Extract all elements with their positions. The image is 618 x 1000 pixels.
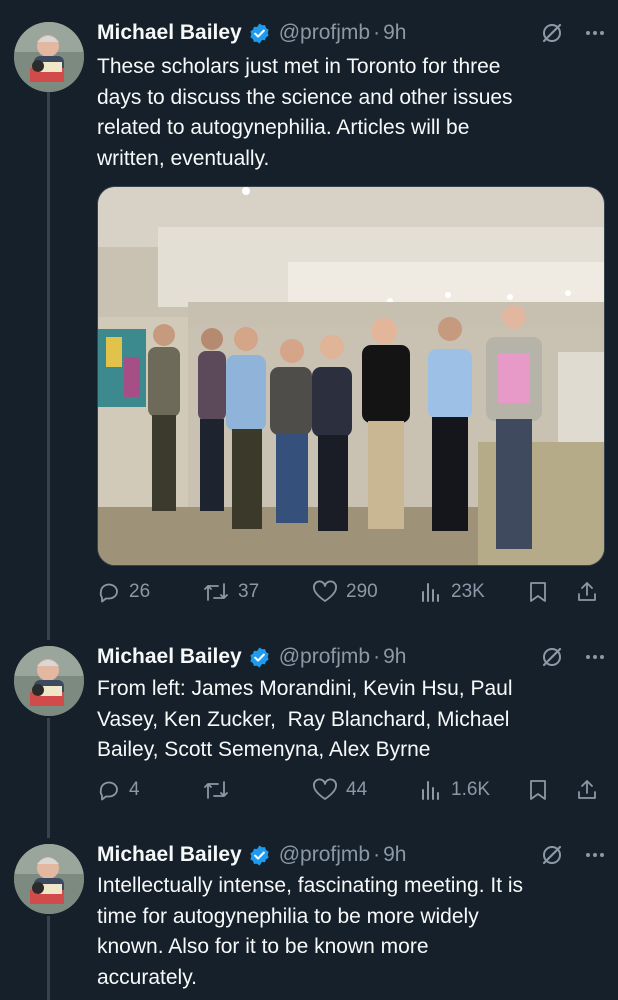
tweet-text-line: known. Also for it to be known more — [97, 935, 429, 958]
more-icon[interactable] — [584, 844, 606, 866]
reply-button[interactable]: 4 — [97, 774, 140, 806]
retweet-button[interactable]: 37 — [202, 576, 259, 608]
verified-badge-icon — [248, 646, 271, 669]
reply-icon — [99, 583, 118, 603]
author-handle[interactable]: @profjmb — [279, 645, 370, 669]
tweet[interactable]: Michael Bailey @profjmb · 9h From left: … — [0, 640, 618, 820]
author-name[interactable]: Michael Bailey — [97, 21, 242, 45]
author-handle[interactable]: @profjmb — [279, 21, 370, 45]
like-button[interactable]: 44 — [312, 774, 367, 806]
tweet[interactable]: Michael Bailey @profjmb · 9h Intellectua… — [0, 838, 618, 1000]
more-icon[interactable] — [584, 22, 606, 44]
tweet-text: From left: James Morandini, Kevin Hsu, P… — [97, 674, 597, 766]
tweet-text-line: Bailey, Scott Semenyna, Alex Byrne — [97, 738, 431, 761]
heart-icon — [313, 778, 337, 800]
retweet-button[interactable] — [202, 774, 230, 806]
views-icon — [422, 781, 439, 800]
tweet-photo[interactable] — [97, 186, 605, 566]
retweet-count: 37 — [238, 581, 260, 602]
tweet-text-line: Intellectually intense, fascinating meet… — [97, 874, 524, 897]
avatar[interactable] — [14, 646, 84, 716]
tweet-text: These scholars just met in Toronto for t… — [97, 52, 597, 174]
tweet-header: Michael Bailey @profjmb · 9h — [97, 640, 606, 674]
avatar[interactable] — [14, 844, 84, 914]
share-icon — [578, 582, 596, 601]
views-icon — [422, 583, 439, 602]
reply-icon — [99, 781, 118, 801]
tweet-text-line: related to autogynephilia. Articles will… — [97, 116, 470, 139]
tweet-actions: 26 37 290 23K — [97, 576, 603, 608]
reply-button[interactable]: 26 — [97, 576, 150, 608]
share-icon — [578, 780, 596, 799]
tweet-text-line: From left: James Morandini, Kevin Hsu, P… — [97, 677, 513, 700]
timestamp[interactable]: 9h — [383, 21, 406, 45]
like-count: 290 — [346, 581, 378, 602]
bookmark-button[interactable] — [527, 576, 549, 608]
retweet-icon — [204, 781, 228, 799]
more-icon[interactable] — [584, 646, 606, 668]
bookmark-icon — [530, 780, 546, 800]
timestamp[interactable]: 9h — [383, 645, 406, 669]
verified-badge-icon — [248, 844, 271, 867]
separator-dot: · — [373, 21, 381, 44]
views-count: 1.6K — [451, 779, 491, 800]
share-button[interactable] — [575, 774, 599, 806]
tweet-text-line: accurately. — [97, 965, 197, 989]
grok-icon[interactable] — [540, 645, 564, 669]
timestamp[interactable]: 9h — [383, 843, 406, 867]
reply-count: 4 — [129, 779, 140, 800]
tweet-text: Intellectually intense, fascinating meet… — [97, 871, 597, 993]
bookmark-button[interactable] — [527, 774, 549, 806]
like-count: 44 — [346, 779, 368, 800]
tweet-text-line: These scholars just met in Toronto for t… — [97, 55, 501, 78]
tweet-actions: 4 44 1.6K — [97, 774, 603, 806]
views-button[interactable]: 1.6K — [419, 774, 490, 806]
views-count: 23K — [451, 581, 485, 602]
tweet-header: Michael Bailey @profjmb · 9h — [97, 16, 606, 50]
tweet-text-line: days to discuss the science and other is… — [97, 85, 513, 109]
grok-icon[interactable] — [540, 843, 564, 867]
separator-dot: · — [373, 843, 381, 866]
tweet-text-line: time for autogynephilia to be more widel… — [97, 904, 479, 928]
like-button[interactable]: 290 — [312, 576, 378, 608]
views-button[interactable]: 23K — [419, 576, 485, 608]
reply-count: 26 — [129, 581, 151, 602]
verified-badge-icon — [248, 22, 271, 45]
retweet-icon — [204, 583, 228, 601]
bookmark-icon — [530, 582, 546, 602]
author-handle[interactable]: @profjmb — [279, 843, 370, 867]
grok-icon[interactable] — [540, 21, 564, 45]
avatar[interactable] — [14, 22, 84, 92]
author-name[interactable]: Michael Bailey — [97, 843, 242, 867]
share-button[interactable] — [575, 576, 599, 608]
tweet-text-line: written, eventually. — [97, 146, 270, 170]
author-name[interactable]: Michael Bailey — [97, 645, 242, 669]
tweet-text-line: Vasey, Ken Zucker, Ray Blanchard, Michae… — [97, 707, 510, 731]
tweet[interactable]: Michael Bailey @profjmb · 9h These schol… — [0, 16, 618, 616]
separator-dot: · — [373, 645, 381, 668]
tweet-header: Michael Bailey @profjmb · 9h — [97, 838, 606, 872]
heart-icon — [313, 580, 337, 602]
